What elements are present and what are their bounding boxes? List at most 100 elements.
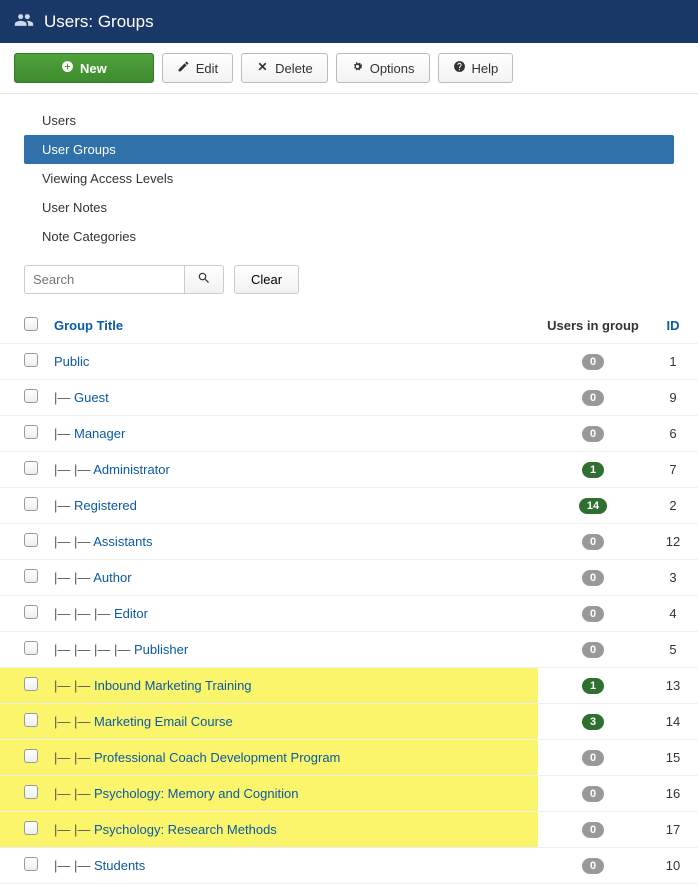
row-id: 9 xyxy=(648,380,698,416)
col-header-title[interactable]: Group Title xyxy=(46,308,538,344)
delete-button[interactable]: Delete xyxy=(241,53,328,83)
users-badge: 0 xyxy=(582,786,604,802)
tree-prefix: |— |— xyxy=(54,714,94,729)
table-row: |— |— Psychology: Memory and Cognition01… xyxy=(0,776,698,812)
gear-icon xyxy=(351,60,364,76)
search-button[interactable] xyxy=(184,265,224,294)
users-badge: 0 xyxy=(582,606,604,622)
row-id: 13 xyxy=(648,668,698,704)
row-checkbox[interactable] xyxy=(24,641,38,655)
group-title-link[interactable]: Inbound Marketing Training xyxy=(94,678,252,693)
row-checkbox[interactable] xyxy=(24,533,38,547)
options-label: Options xyxy=(370,61,415,76)
subnav-item[interactable]: Note Categories xyxy=(24,222,674,251)
group-title-link[interactable]: Professional Coach Development Program xyxy=(94,750,340,765)
col-header-users: Users in group xyxy=(538,308,648,344)
users-badge: 0 xyxy=(582,354,604,370)
row-checkbox[interactable] xyxy=(24,353,38,367)
row-checkbox[interactable] xyxy=(24,605,38,619)
row-checkbox[interactable] xyxy=(24,461,38,475)
tree-prefix: |— xyxy=(54,426,74,441)
users-badge: 0 xyxy=(582,570,604,586)
tree-prefix: |— xyxy=(54,498,74,513)
page-title: Users: Groups xyxy=(44,12,154,32)
row-checkbox[interactable] xyxy=(24,713,38,727)
subnav-item[interactable]: Users xyxy=(24,106,674,135)
group-title-link[interactable]: Manager xyxy=(74,426,125,441)
row-id: 10 xyxy=(648,848,698,884)
tree-prefix: |— |— xyxy=(54,750,94,765)
table-row: |— |— Professional Coach Development Pro… xyxy=(0,740,698,776)
table-row: |— |— |— |— Publisher05 xyxy=(0,632,698,668)
search-row: Clear xyxy=(0,261,698,308)
tree-prefix: |— xyxy=(54,390,74,405)
plus-icon xyxy=(61,60,74,76)
help-button[interactable]: Help xyxy=(438,53,514,83)
subnav-item[interactable]: User Groups xyxy=(24,135,674,164)
group-title-link[interactable]: Assistants xyxy=(93,534,152,549)
group-title-link[interactable]: Psychology: Research Methods xyxy=(94,822,277,837)
toolbar: New Edit Delete Options Help xyxy=(0,43,698,94)
users-badge: 0 xyxy=(582,642,604,658)
row-checkbox[interactable] xyxy=(24,389,38,403)
row-checkbox[interactable] xyxy=(24,749,38,763)
tree-prefix: |— |— xyxy=(54,678,94,693)
subnav-item[interactable]: User Notes xyxy=(24,193,674,222)
group-title-link[interactable]: Author xyxy=(93,570,131,585)
row-checkbox[interactable] xyxy=(24,497,38,511)
subnav-item[interactable]: Viewing Access Levels xyxy=(24,164,674,193)
users-badge: 1 xyxy=(582,678,604,694)
group-title-link[interactable]: Public xyxy=(54,354,89,369)
page-header: Users: Groups xyxy=(0,0,698,43)
tree-prefix: |— |— xyxy=(54,534,93,549)
group-title-link[interactable]: Publisher xyxy=(134,642,188,657)
edit-button[interactable]: Edit xyxy=(162,53,233,83)
tree-prefix: |— |— xyxy=(54,462,93,477)
tree-prefix: |— |— xyxy=(54,570,93,585)
row-id: 17 xyxy=(648,812,698,848)
group-title-link[interactable]: Registered xyxy=(74,498,137,513)
groups-table: Group Title Users in group ID Public01|—… xyxy=(0,308,698,884)
group-title-link[interactable]: Administrator xyxy=(93,462,170,477)
table-row: |— |— Author03 xyxy=(0,560,698,596)
new-label: New xyxy=(80,61,107,76)
table-row: |— |— Inbound Marketing Training 1 13 xyxy=(0,668,698,704)
row-checkbox[interactable] xyxy=(24,677,38,691)
question-icon xyxy=(453,60,466,76)
options-button[interactable]: Options xyxy=(336,53,430,83)
users-icon xyxy=(14,10,34,33)
users-badge: 0 xyxy=(582,750,604,766)
search-icon xyxy=(197,271,211,288)
table-row: |— |— Assistants012 xyxy=(0,524,698,560)
table-row: |— |— Students 0 10 xyxy=(0,848,698,884)
table-row: |— Registered142 xyxy=(0,488,698,524)
row-id: 12 xyxy=(648,524,698,560)
tree-prefix: |— |— xyxy=(54,858,94,873)
edit-label: Edit xyxy=(196,61,218,76)
tree-prefix: |— |— xyxy=(54,822,94,837)
new-button[interactable]: New xyxy=(14,53,154,83)
table-row: Public01 xyxy=(0,344,698,380)
row-checkbox[interactable] xyxy=(24,821,38,835)
group-title-link[interactable]: Marketing Email Course xyxy=(94,714,233,729)
subnav: UsersUser GroupsViewing Access LevelsUse… xyxy=(24,106,674,251)
group-title-link[interactable]: Students xyxy=(94,858,145,873)
row-checkbox[interactable] xyxy=(24,785,38,799)
row-checkbox[interactable] xyxy=(24,857,38,871)
group-title-link[interactable]: Psychology: Memory and Cognition xyxy=(94,786,299,801)
row-checkbox[interactable] xyxy=(24,569,38,583)
row-id: 15 xyxy=(648,740,698,776)
select-all-checkbox[interactable] xyxy=(24,317,38,331)
row-checkbox[interactable] xyxy=(24,425,38,439)
row-id: 14 xyxy=(648,704,698,740)
col-header-id[interactable]: ID xyxy=(648,308,698,344)
table-row: |— |— |— Editor04 xyxy=(0,596,698,632)
group-title-link[interactable]: Editor xyxy=(114,606,148,621)
search-input[interactable] xyxy=(24,265,184,294)
users-badge: 1 xyxy=(582,462,604,478)
table-row: |— Manager06 xyxy=(0,416,698,452)
table-row: |— Guest09 xyxy=(0,380,698,416)
users-badge: 0 xyxy=(582,858,604,874)
group-title-link[interactable]: Guest xyxy=(74,390,109,405)
clear-button[interactable]: Clear xyxy=(234,265,299,294)
